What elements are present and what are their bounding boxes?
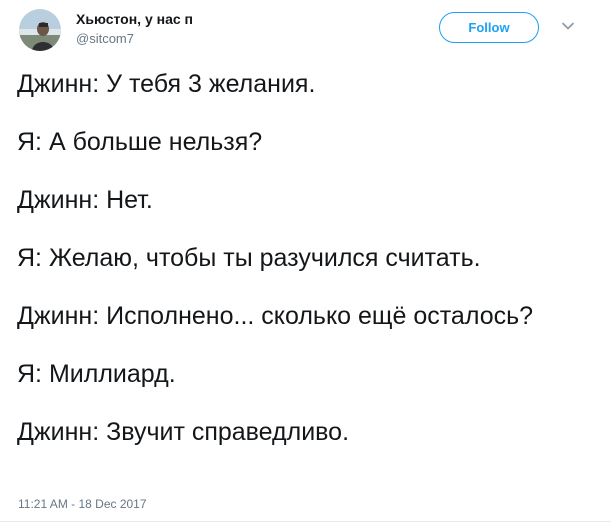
tweet-line: Я: А больше нельзя? [17,128,263,156]
chevron-down-icon[interactable] [561,19,575,33]
tweet-line: Джинн: Звучит справедливо. [17,418,350,446]
tweet-line: Джинн: У тебя 3 желания. [17,70,316,98]
user-handle[interactable]: @sitcom7 [76,31,134,46]
avatar[interactable] [19,9,61,51]
profile-photo-icon [19,9,61,51]
tweet-text: Джинн: У тебя 3 желания. Я: А больше нел… [17,70,597,476]
tweet-line: Джинн: Нет. [17,186,153,214]
divider [0,521,611,522]
tweet-timestamp[interactable]: 11:21 AM - 18 Dec 2017 [18,497,147,511]
display-name[interactable]: Хьюстон, у нас п [76,11,193,27]
tweet-line: Джинн: Исполнено... сколько ещё осталось… [17,302,534,330]
follow-button[interactable]: Follow [439,12,539,43]
tweet-header: Хьюстон, у нас п @sitcom7 Follow [0,0,611,60]
tweet-line: Я: Миллиард. [17,360,176,388]
tweet-line: Я: Желаю, чтобы ты разучился считать. [17,244,481,272]
